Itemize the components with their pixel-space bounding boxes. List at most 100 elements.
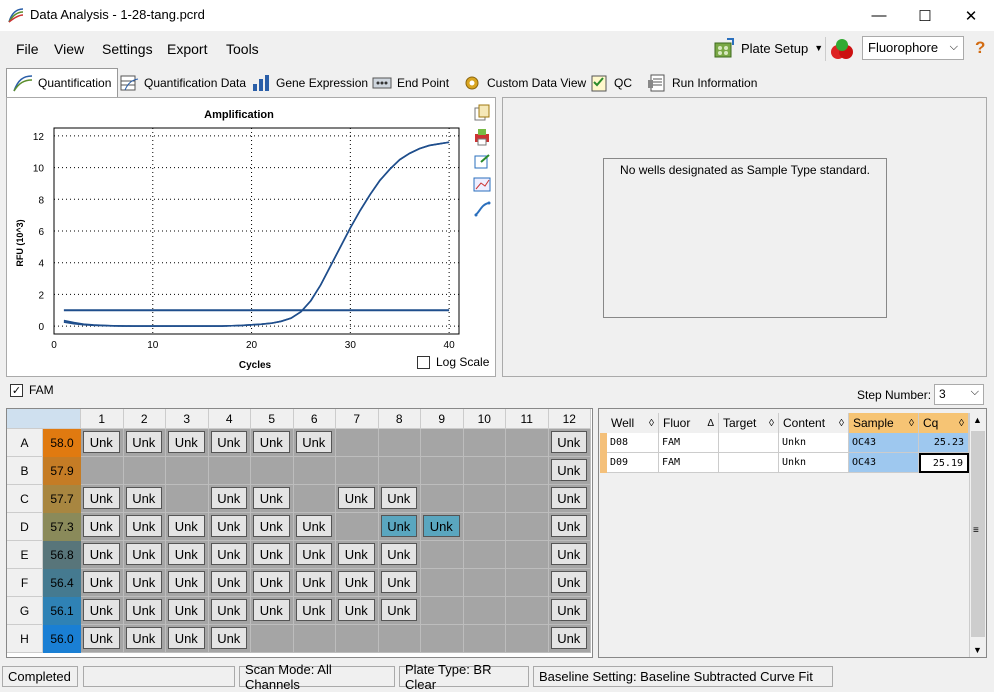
row-header[interactable]: C (7, 485, 43, 513)
plate-well[interactable] (421, 457, 464, 485)
plate-well[interactable] (81, 457, 124, 485)
menu-export[interactable]: Export (167, 41, 207, 57)
plate-well[interactable]: Unk (166, 597, 209, 625)
plate-well[interactable] (506, 569, 549, 597)
plate-well[interactable]: Unk (81, 513, 124, 541)
plate-well[interactable]: Unk (293, 569, 336, 597)
column-header[interactable]: 6 (293, 409, 336, 429)
tab-end-point[interactable]: End Point (365, 70, 456, 96)
table-column-header[interactable]: Target ◊ (719, 413, 779, 433)
table-column-header[interactable]: Well ◊ (607, 413, 659, 433)
plate-well[interactable] (336, 429, 379, 457)
plate-well[interactable]: Unk (208, 513, 251, 541)
fluorophore-select[interactable]: Fluorophore ⌵ (862, 36, 964, 60)
plate-well[interactable]: Unk (166, 625, 209, 653)
plate-well[interactable]: Unk (548, 485, 591, 513)
table-cell[interactable]: D08 (607, 433, 659, 453)
plate-well[interactable] (463, 597, 506, 625)
plate-well[interactable]: Unk (123, 541, 166, 569)
plate-well[interactable] (166, 457, 209, 485)
plate-well[interactable]: Unk (378, 597, 421, 625)
sort-icon[interactable]: ◊ (649, 418, 654, 429)
copy-icon[interactable] (473, 104, 491, 122)
row-header[interactable]: D (7, 513, 43, 541)
plate-well[interactable]: Unk (336, 541, 379, 569)
log-scale-checkbox[interactable] (417, 355, 430, 369)
plate-well[interactable]: Unk (251, 597, 294, 625)
plate-well[interactable]: Unk (123, 485, 166, 513)
close-button[interactable]: ✕ (948, 0, 994, 31)
plate-well[interactable]: Unk (208, 485, 251, 513)
sort-icon[interactable]: ◊ (959, 418, 964, 429)
plate-well[interactable]: Unk (251, 513, 294, 541)
plate-well[interactable]: Unk (166, 569, 209, 597)
table-column-header[interactable]: Cq ◊ (919, 413, 969, 433)
plate-well[interactable]: Unk (548, 597, 591, 625)
column-header[interactable]: 1 (81, 409, 124, 429)
plate-well[interactable]: Unk (81, 429, 124, 457)
plate-corner[interactable] (7, 409, 81, 429)
table-column-header[interactable]: Content ◊ (779, 413, 849, 433)
column-header[interactable]: 4 (208, 409, 251, 429)
curve-settings-icon[interactable] (473, 200, 491, 218)
vertical-scrollbar[interactable]: ▲ ≡ ▼ (969, 413, 986, 657)
plate-well[interactable] (378, 625, 421, 653)
plate-well[interactable]: Unk (548, 457, 591, 485)
tab-run-information[interactable]: Run Information (640, 70, 764, 96)
plate-well[interactable] (463, 429, 506, 457)
table-cell[interactable]: 25.19 (919, 453, 969, 473)
plate-well[interactable]: Unk (166, 513, 209, 541)
plate-well[interactable]: Unk (208, 597, 251, 625)
plate-well[interactable]: Unk (336, 485, 379, 513)
row-header[interactable]: F (7, 569, 43, 597)
sort-icon[interactable]: ◊ (769, 418, 774, 429)
plate-well[interactable]: Unk (378, 541, 421, 569)
tab-gene-expression[interactable]: Gene Expression (244, 70, 375, 96)
table-cell[interactable]: Unkn (779, 453, 849, 473)
menu-view[interactable]: View (54, 41, 84, 57)
table-column-header[interactable]: Sample ◊ (849, 413, 919, 433)
table-cell[interactable]: Unkn (779, 433, 849, 453)
print-icon[interactable] (473, 128, 491, 146)
table-cell[interactable]: D09 (607, 453, 659, 473)
plate-well[interactable]: Unk (123, 513, 166, 541)
well-group-icon[interactable] (829, 37, 855, 61)
plate-well[interactable]: Unk (208, 569, 251, 597)
plate-well[interactable] (463, 541, 506, 569)
fam-toggle[interactable]: ✓ FAM (10, 383, 54, 397)
column-header[interactable]: 2 (123, 409, 166, 429)
plate-well[interactable]: Unk (548, 569, 591, 597)
log-scale-toggle[interactable]: Log Scale (417, 355, 489, 369)
plate-well[interactable]: Unk (421, 513, 464, 541)
plate-well[interactable]: Unk (208, 625, 251, 653)
plate-well[interactable]: Unk (378, 485, 421, 513)
plate-well[interactable]: Unk (251, 429, 294, 457)
plate-well[interactable]: Unk (548, 513, 591, 541)
plate-well[interactable] (123, 457, 166, 485)
plate-well[interactable] (208, 457, 251, 485)
plate-well[interactable] (506, 513, 549, 541)
plate-well[interactable] (463, 569, 506, 597)
plate-well[interactable] (421, 485, 464, 513)
plate-well[interactable] (463, 513, 506, 541)
plate-setup-button[interactable]: Plate Setup ▼ (713, 35, 823, 61)
table-column-header[interactable]: Fluor Δ (659, 413, 719, 433)
row-header[interactable]: A (7, 429, 43, 457)
table-cell[interactable]: OC43 (849, 433, 919, 453)
column-header[interactable]: 11 (506, 409, 549, 429)
row-selector[interactable] (600, 433, 607, 453)
step-number-select[interactable]: 3 ⌵ (934, 384, 984, 405)
plate-well[interactable]: Unk (293, 597, 336, 625)
plate-well[interactable]: Unk (378, 569, 421, 597)
plate-well[interactable] (463, 625, 506, 653)
plate-well[interactable] (506, 625, 549, 653)
column-header[interactable]: 8 (378, 409, 421, 429)
plate-well[interactable]: Unk (548, 429, 591, 457)
export-icon[interactable] (473, 152, 491, 170)
plate-well[interactable] (421, 569, 464, 597)
menu-tools[interactable]: Tools (226, 41, 259, 57)
plate-well[interactable] (251, 625, 294, 653)
plate-well[interactable]: Unk (123, 569, 166, 597)
plate-well[interactable]: Unk (251, 485, 294, 513)
tab-quantification-data[interactable]: Quantification Data (112, 70, 253, 96)
